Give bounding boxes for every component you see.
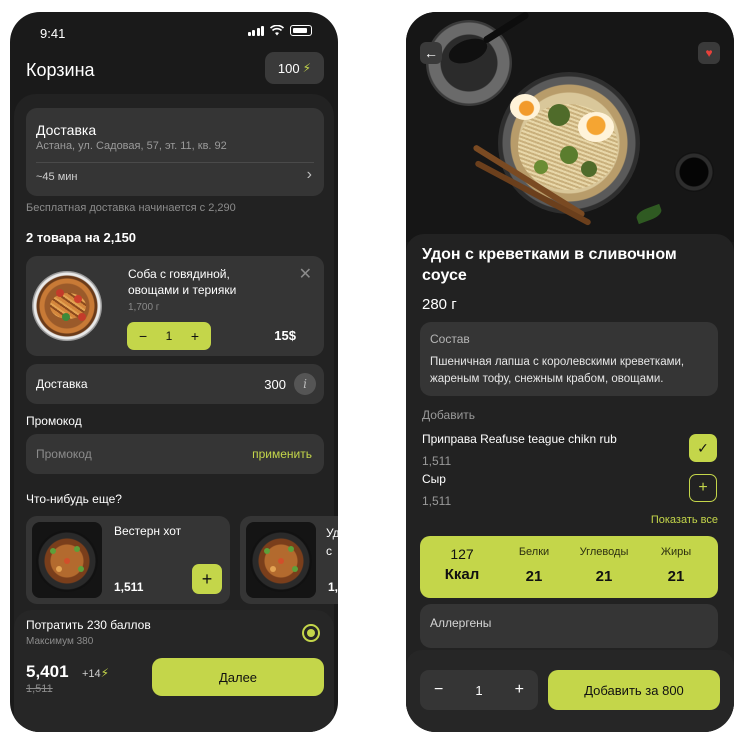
delivery-address-card[interactable]: Доставка Астана, ул. Садовая, 57, эт. 11… [26, 108, 324, 196]
composition-title: Состав [430, 332, 470, 346]
add-to-cart-button[interactable]: Добавить за 800 [548, 670, 720, 710]
dish-image [32, 271, 102, 341]
wifi-icon [270, 25, 284, 36]
item-price: 15$ [274, 328, 296, 343]
bonus-points: +14⚡ [82, 666, 110, 680]
spend-points-radio[interactable] [302, 624, 320, 642]
points-badge[interactable]: 100 ⚡ [265, 52, 324, 84]
items-header: 2 товара на 2,150 [26, 230, 137, 245]
kcal-value: 127 [450, 546, 474, 562]
info-icon[interactable]: i [294, 373, 316, 395]
recommendation-name: Уд в с [326, 526, 338, 558]
item-weight: 1,700 г [128, 302, 160, 313]
spend-points-max: Максимум 380 [26, 636, 94, 647]
plus-icon[interactable]: + [191, 328, 199, 344]
close-icon[interactable]: ✕ [299, 264, 312, 284]
plus-icon[interactable]: + [689, 474, 717, 502]
status-bar: 9:41 [10, 12, 338, 52]
item-name: Соба с говядиной, овощами и терияки [128, 267, 237, 297]
delivery-address: Астана, ул. Садовая, 57, эт. 11, кв. 92 [36, 140, 227, 152]
dish-image [32, 522, 102, 598]
recommendations-header: Что-нибудь еще? [26, 492, 122, 506]
addon-name: Приправа Reafuse teague chikn rub [422, 432, 617, 446]
item-qty: 1 [165, 329, 173, 343]
bolt-icon: ⚡ [100, 666, 110, 680]
chevron-right-icon: › [306, 166, 312, 183]
fats-value: 21 [667, 568, 685, 585]
next-button[interactable]: Далее [152, 658, 324, 696]
addons-header: Добавить [422, 408, 476, 422]
proteins-label: Белки [518, 546, 550, 558]
old-total-price: 1,511 [26, 683, 53, 695]
recommendation-price: 1,511 [114, 580, 144, 594]
cart-screen: 9:41 Корзина 100 ⚡ Доставка Астана, ул. … [10, 12, 338, 732]
composition-text: Пшеничная лапша с королевскими креветкам… [430, 356, 685, 385]
free-delivery-note: Бесплатная доставка начинается с 2,290 [26, 202, 236, 214]
dish-weight: 280 г [422, 296, 457, 313]
quantity-stepper: − 1 + [420, 670, 538, 710]
minus-icon[interactable]: − [434, 681, 443, 699]
promo-header: Промокод [26, 414, 82, 428]
recommendation-price: 1,5 [328, 580, 338, 594]
allergens-title: Аллергены [430, 616, 492, 630]
recommendation-name: Вестерн хот [114, 524, 182, 538]
addon-name: Сыр [422, 472, 446, 486]
carbs-value: 21 [595, 568, 613, 585]
back-arrow-icon[interactable]: ← [420, 42, 442, 64]
add-to-cart-panel: − 1 + Добавить за 800 [406, 650, 734, 732]
composition-card: Состав Пшеничная лапша с королевскими кр… [420, 322, 718, 396]
promo-placeholder: Промокод [36, 447, 92, 461]
bolt-icon: ⚡ [302, 61, 312, 75]
delivery-eta: ~45 мин [36, 171, 78, 183]
spend-points-title: Потратить 230 баллов [26, 618, 151, 632]
dish-image [246, 522, 316, 598]
promo-input[interactable]: Промокод применить [26, 434, 324, 474]
delivery-cost-row: Доставка 300 i [26, 364, 324, 404]
kcal-label: Ккал [444, 566, 480, 583]
checkout-panel: Потратить 230 баллов Максимум 380 5,401 … [14, 610, 334, 732]
dish-title: Удон с креветками в сливочном соусе [422, 246, 677, 284]
quantity-stepper: − 1 + [127, 322, 211, 350]
carbs-label: Углеводы [579, 546, 629, 558]
dish-qty: 1 [475, 682, 483, 698]
delivery-title: Доставка [36, 122, 97, 138]
heart-icon[interactable]: ♥ [698, 42, 720, 64]
signal-icon [247, 25, 264, 36]
nutrition-card: 127 Ккал Белки 21 Углеводы 21 Жиры 21 [420, 536, 718, 598]
dish-detail-screen: ← ♥ Удон с креветками в сливочном соусе … [406, 12, 734, 732]
total-price: 5,401 [26, 662, 69, 681]
addon-price: 1,511 [422, 494, 452, 508]
page-title: Корзина [26, 60, 95, 80]
delivery-cost-label: Доставка [36, 377, 88, 391]
status-time: 9:41 [40, 26, 66, 41]
allergens-card[interactable]: Аллергены [420, 604, 718, 648]
recommendation-card[interactable]: Уд в с 1,5 [240, 516, 338, 604]
points-value: 100 [277, 60, 300, 76]
delivery-cost-value: 300 [264, 377, 286, 392]
addon-price: 1,511 [422, 454, 452, 468]
dish-hero-image [406, 12, 734, 242]
apply-promo-button[interactable]: применить [252, 447, 312, 461]
cart-item: Соба с говядиной, овощами и терияки 1,70… [26, 256, 324, 356]
add-to-cart-button[interactable]: + [192, 564, 222, 594]
fats-label: Жиры [660, 546, 692, 558]
proteins-value: 21 [525, 568, 543, 585]
check-icon[interactable]: ✓ [689, 434, 717, 462]
plus-icon[interactable]: + [515, 681, 524, 699]
dish-detail-sheet: Удон с креветками в сливочном соусе 280 … [406, 234, 734, 732]
show-all-link[interactable]: Показать все [651, 514, 718, 526]
divider [36, 162, 314, 163]
recommendation-card[interactable]: Вестерн хот 1,511 + [26, 516, 230, 604]
minus-icon[interactable]: − [139, 328, 147, 344]
battery-icon [290, 25, 312, 36]
